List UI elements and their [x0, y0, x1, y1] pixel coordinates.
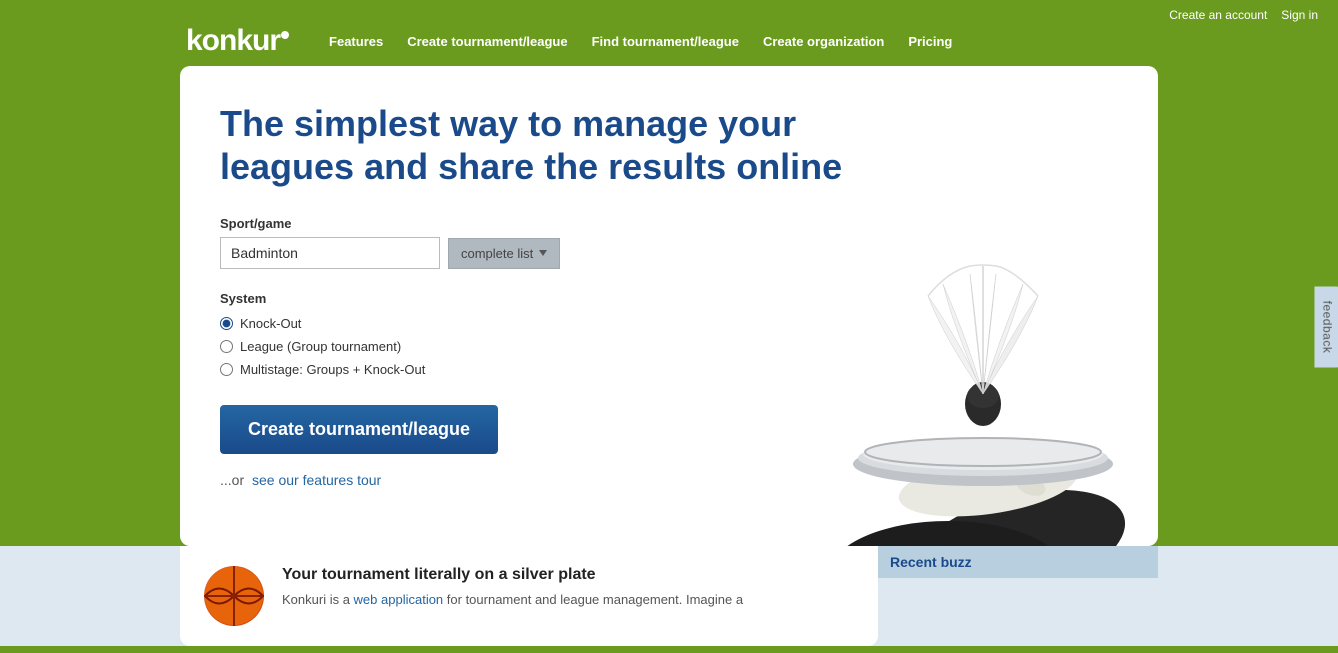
shuttlecock-illustration: [748, 126, 1128, 546]
features-link-line: ...or see our features tour: [220, 472, 740, 488]
radio-league-input[interactable]: [220, 340, 233, 353]
site-header: Create an account Sign in konkur Feature…: [0, 0, 1338, 66]
complete-list-label: complete list: [461, 246, 533, 261]
radio-knockout-input[interactable]: [220, 317, 233, 330]
nav-create-tournament[interactable]: Create tournament/league: [407, 34, 567, 49]
sport-row: complete list: [220, 237, 740, 269]
radio-knockout-label: Knock-Out: [240, 316, 301, 331]
radio-multistage-input[interactable]: [220, 363, 233, 376]
nav-features[interactable]: Features: [329, 34, 383, 49]
main-card-wrapper: The simplest way to manage your leagues …: [0, 66, 1338, 546]
dropdown-caret-icon: [539, 250, 547, 256]
logo-area: konkur: [186, 26, 289, 56]
radio-multistage-label: Multistage: Groups + Knock-Out: [240, 362, 425, 377]
sport-input[interactable]: [220, 237, 440, 269]
sport-label: Sport/game: [220, 216, 740, 231]
radio-multistage[interactable]: Multistage: Groups + Knock-Out: [220, 362, 740, 377]
logo-nav-row: konkur Features Create tournament/league…: [0, 22, 1338, 66]
create-tournament-button[interactable]: Create tournament/league: [220, 405, 498, 454]
complete-list-button[interactable]: complete list: [448, 238, 560, 269]
bottom-desc-text: Konkuri is a: [282, 592, 354, 607]
radio-knockout[interactable]: Knock-Out: [220, 316, 740, 331]
radio-league[interactable]: League (Group tournament): [220, 339, 740, 354]
or-text: ...or: [220, 472, 244, 488]
create-account-link[interactable]: Create an account: [1169, 8, 1267, 22]
bottom-left-panel: Your tournament literally on a silver pl…: [180, 546, 878, 646]
sign-in-link[interactable]: Sign in: [1281, 8, 1318, 22]
bottom-description: Konkuri is a web application for tournam…: [282, 590, 854, 610]
bottom-title: Your tournament literally on a silver pl…: [282, 566, 854, 584]
system-label: System: [220, 291, 740, 306]
nav-create-org[interactable]: Create organization: [763, 34, 884, 49]
bottom-desc-text2: for tournament and league management. Im…: [443, 592, 743, 607]
auth-bar: Create an account Sign in: [0, 0, 1338, 22]
nav-find-tournament[interactable]: Find tournament/league: [592, 34, 739, 49]
system-radio-group: Knock-Out League (Group tournament) Mult…: [220, 316, 740, 377]
nav-pricing[interactable]: Pricing: [908, 34, 952, 49]
site-logo[interactable]: konkur: [186, 24, 289, 57]
create-form: Sport/game complete list System Knock-Ou…: [220, 216, 740, 488]
features-tour-link[interactable]: see our features tour: [252, 472, 381, 488]
recent-buzz-panel: Recent buzz: [878, 546, 1158, 646]
sport-icon: [204, 566, 264, 626]
main-card: The simplest way to manage your leagues …: [180, 66, 1158, 546]
main-navigation: Features Create tournament/league Find t…: [329, 34, 952, 49]
radio-league-label: League (Group tournament): [240, 339, 401, 354]
bottom-section: Your tournament literally on a silver pl…: [0, 546, 1338, 646]
recent-buzz-title: Recent buzz: [878, 546, 1158, 578]
bottom-text: Your tournament literally on a silver pl…: [282, 566, 854, 610]
bottom-desc-link[interactable]: web application: [354, 592, 444, 607]
feedback-tab[interactable]: feedback: [1315, 286, 1338, 367]
